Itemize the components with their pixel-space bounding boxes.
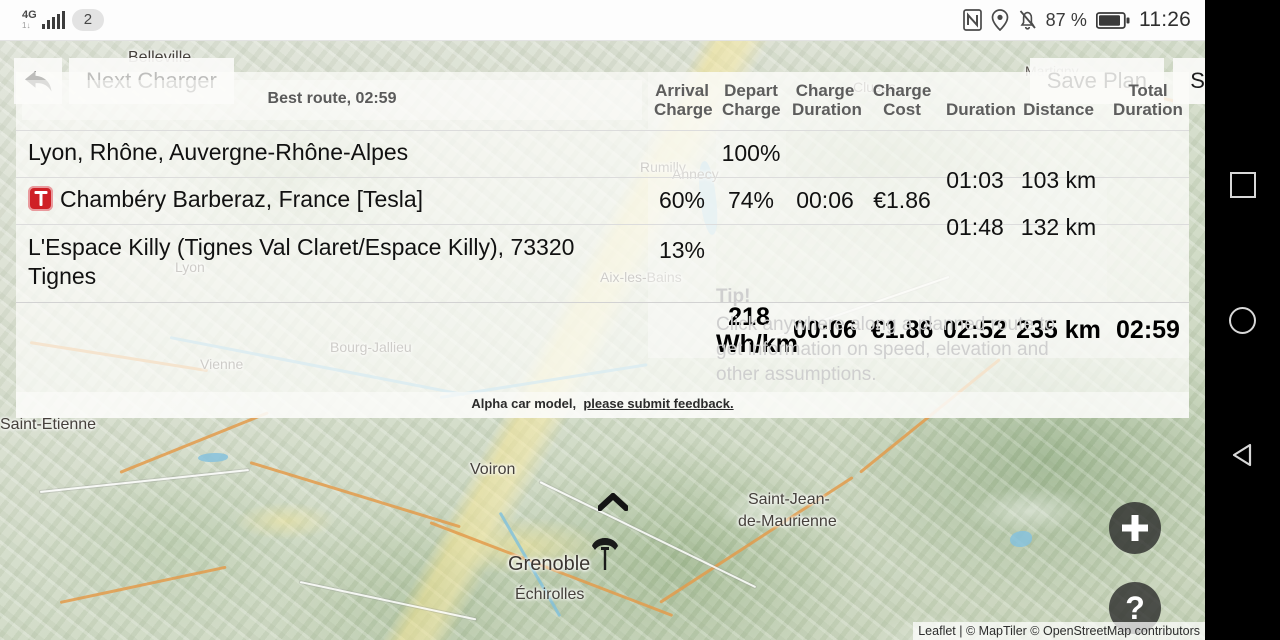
phone-screen: BellevilleClusesMartignyRumillyAnnecyLyo…	[0, 0, 1280, 640]
totals-efficiency: 218 Wh/km	[716, 301, 798, 359]
map-attribution: Leaflet | © MapTiler © OpenStreetMap con…	[913, 622, 1205, 640]
cell-total-duration	[1107, 129, 1189, 178]
location-icon	[991, 9, 1009, 31]
nfc-icon	[962, 9, 982, 31]
cell-depart-charge: 100%	[716, 129, 786, 178]
network-traffic-label: 1↓	[22, 21, 31, 30]
plus-icon	[1122, 515, 1148, 541]
table-row[interactable]: Lyon, Rhône, Auvergne-Rhône-Alpes 100%	[16, 129, 1189, 178]
header-line-1: Arrival	[655, 80, 709, 100]
cell-total-duration	[1107, 223, 1189, 303]
cell-charge-duration	[786, 129, 864, 178]
zoom-in-button[interactable]	[1109, 502, 1161, 554]
waypoint-name-with-charger[interactable]: Chambéry Barberaz, France [Tesla]	[16, 176, 648, 225]
cell-depart-charge: 74%	[716, 176, 786, 225]
column-header-distance[interactable]: Distance	[1010, 72, 1107, 131]
cell-arrival-charge: 13%	[648, 223, 716, 303]
battery-percentage-label: 87 %	[1045, 9, 1087, 30]
map-place-label: Saint-Jean-	[748, 491, 830, 508]
column-header-duration[interactable]: Duration	[940, 72, 1016, 131]
back-icon[interactable]	[1226, 438, 1260, 472]
cell-distance: 132 km	[1010, 215, 1107, 303]
question-mark-icon: ?	[1125, 589, 1145, 626]
cell-total-duration	[1107, 176, 1189, 225]
attribution-separator: |	[955, 624, 966, 638]
table-row[interactable]: Chambéry Barberaz, France [Tesla] 60% 74…	[16, 168, 1189, 225]
table-row[interactable]: L'Espace Killy (Tignes Val Claret/Espace…	[16, 215, 1189, 303]
leaflet-link[interactable]: Leaflet	[918, 624, 956, 638]
best-route-header: Best route, 02:59	[16, 72, 648, 130]
route-table: Best route, 02:59 Arrival Charge Depart …	[16, 72, 1189, 359]
totals-charge-cost: €1.86	[864, 301, 940, 359]
tesla-charger-icon	[28, 186, 53, 212]
map-place-label: de-Maurienne	[738, 513, 837, 530]
attribution-providers: © MapTiler © OpenStreetMap contributors	[965, 624, 1200, 638]
column-header-charge-duration[interactable]: Charge Duration	[786, 72, 864, 131]
clock-label: 11:26	[1139, 8, 1191, 31]
cell-charge-cost	[864, 223, 940, 303]
home-icon[interactable]	[1226, 303, 1260, 337]
cell-charge-duration	[786, 223, 864, 303]
header-line-1: Charge	[795, 80, 855, 100]
sim-slot-badge: 2	[71, 8, 105, 32]
totals-arrival-charge	[648, 301, 716, 359]
notifications-off-icon	[1018, 9, 1037, 31]
efficiency-unit: Wh/km	[716, 329, 798, 358]
cell-arrival-charge	[648, 129, 716, 178]
tesla-charger-map-marker[interactable]	[592, 538, 618, 570]
route-table-wrapper: Tip! Click anywhere along a planned rout…	[16, 72, 1189, 392]
header-line-2: Charge	[722, 99, 781, 119]
waypoint-name[interactable]: L'Espace Killy (Tignes Val Claret/Espace…	[16, 223, 648, 303]
best-route-label: Best route, 02:59	[22, 80, 642, 120]
submit-feedback-link[interactable]: please submit feedback.	[583, 396, 733, 411]
network-type-label: 4G	[22, 9, 37, 21]
efficiency-value: 218	[728, 303, 770, 332]
header-line-1: Charge	[872, 80, 932, 100]
route-table-header: Best route, 02:59 Arrival Charge Depart …	[16, 72, 1189, 131]
header-line-1: Depart	[724, 80, 778, 100]
header-line-2: Duration	[1113, 99, 1183, 119]
map-place-label: Saint-Etienne	[0, 416, 97, 433]
cell-charge-cost: €1.86	[864, 176, 940, 225]
android-nav-bar	[1205, 0, 1280, 640]
cell-charge-cost	[864, 129, 940, 178]
network-type-icon: 4G 1↓	[22, 10, 37, 30]
totals-spacer	[16, 301, 648, 359]
status-bar-right: 87 % 11:26	[962, 8, 1205, 32]
column-header-charge-cost[interactable]: Charge Cost	[864, 72, 940, 131]
column-header-arrival-charge[interactable]: Arrival Charge	[648, 72, 716, 131]
panel-footer: Alpha car model, please submit feedback.	[16, 392, 1189, 418]
totals-distance: 235 km	[1010, 301, 1107, 359]
header-line-2: Duration	[792, 99, 862, 119]
column-header-depart-charge[interactable]: Depart Charge	[716, 72, 786, 131]
column-header-total-duration[interactable]: Total Duration	[1107, 72, 1189, 131]
header-line-2: Charge	[654, 99, 713, 119]
collapse-panel-chevron-up-icon[interactable]	[595, 491, 631, 513]
header-line-2: Duration	[946, 99, 1016, 119]
signal-strength-icon	[41, 10, 65, 29]
recent-apps-icon[interactable]	[1226, 168, 1260, 202]
status-bar-left: 4G 1↓ 2	[0, 8, 105, 32]
waypoint-name[interactable]: Lyon, Rhône, Auvergne-Rhône-Alpes	[16, 129, 648, 178]
totals-total-duration: 02:59	[1107, 301, 1189, 359]
android-status-bar: 4G 1↓ 2 87 % 11:26	[0, 0, 1205, 41]
waypoint-name: Chambéry Barberaz, France [Tesla]	[60, 186, 424, 213]
header-line-2: Distance	[1023, 99, 1094, 119]
map-place-label: Échirolles	[515, 586, 585, 603]
header-line-1: Total	[1128, 80, 1168, 100]
cell-arrival-charge: 60%	[648, 176, 716, 225]
cell-charge-duration: 00:06	[786, 176, 864, 225]
car-model-label: Alpha car model,	[471, 396, 577, 411]
cell-depart-charge	[716, 223, 786, 303]
totals-duration: 02:52	[940, 301, 1010, 359]
header-line-2: Cost	[883, 99, 921, 119]
totals-row: 218 Wh/km 00:06 €1.86 02:52 235 km 02:59	[16, 301, 1189, 359]
battery-icon	[1096, 11, 1130, 30]
cell-duration: 01:48	[940, 215, 1010, 303]
route-summary-panel: Tip! Click anywhere along a planned rout…	[16, 72, 1189, 418]
map-place-label: Grenoble	[508, 553, 591, 575]
map-place-label: Voiron	[470, 461, 516, 478]
